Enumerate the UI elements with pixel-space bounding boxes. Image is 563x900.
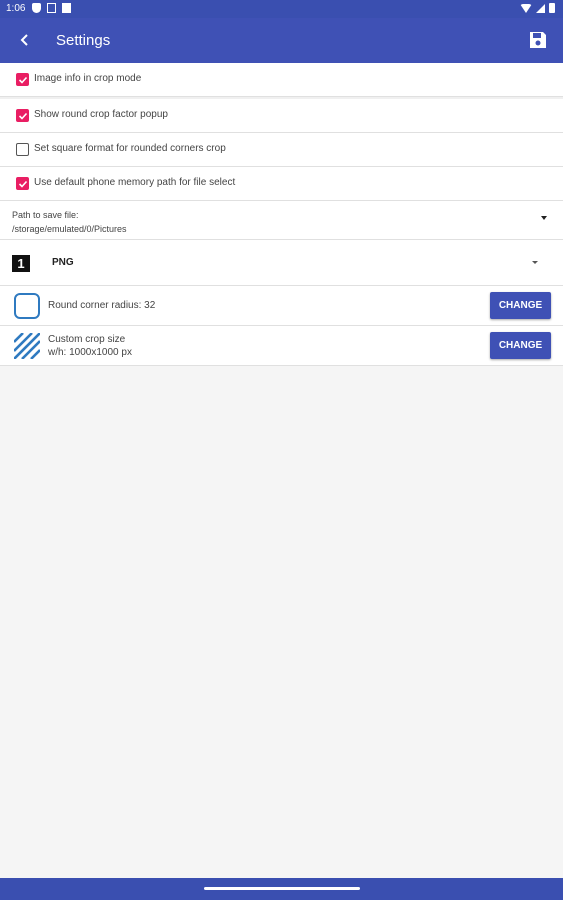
round-corner-label: Round corner radius: 32 (48, 300, 156, 311)
page-title: Settings (56, 32, 111, 49)
custom-crop-label: Custom crop size (48, 334, 126, 345)
arrow-back-icon (20, 34, 28, 46)
setting-label: Show round crop factor popup (34, 109, 168, 120)
change-radius-button[interactable]: CHANGE (490, 292, 551, 319)
setting-image-info[interactable]: Image info in crop mode (0, 63, 563, 97)
rounded-square-icon (14, 293, 40, 319)
setting-label: Use default phone memory path for file s… (34, 177, 236, 188)
setting-label: Image info in crop mode (34, 73, 142, 84)
dropdown-arrow-icon[interactable] (541, 216, 547, 220)
setting-default-path[interactable]: Use default phone memory path for file s… (0, 167, 563, 201)
custom-crop-size: w/h: 1000x1000 px (48, 347, 132, 358)
change-crop-size-button[interactable]: CHANGE (490, 332, 551, 359)
checkbox-image-info[interactable] (16, 73, 29, 86)
format-selector[interactable]: 1 PNG (0, 240, 563, 286)
round-corner-setting: Round corner radius: 32 CHANGE (0, 286, 563, 326)
status-bar: 1:06 (0, 0, 563, 18)
format-value: PNG (52, 257, 74, 268)
back-button[interactable] (12, 27, 38, 53)
status-time: 1:06 (6, 3, 26, 14)
sd-card-icon (62, 3, 71, 13)
floppy-save-icon (530, 32, 546, 48)
setting-square-format[interactable]: Set square format for rounded corners cr… (0, 133, 563, 167)
shield-icon (32, 3, 41, 13)
custom-crop-setting: Custom crop size w/h: 1000x1000 px CHANG… (0, 326, 563, 366)
checkbox-default-path[interactable] (16, 177, 29, 190)
hatched-crop-icon (14, 333, 40, 359)
app-bar: Settings (0, 18, 563, 63)
path-value: /storage/emulated/0/Pictures (12, 224, 127, 234)
format-number-icon: 1 (12, 255, 30, 272)
setting-label: Set square format for rounded corners cr… (34, 143, 226, 154)
navigation-bar (0, 878, 563, 900)
signal-icon (536, 3, 545, 13)
battery-icon (549, 3, 555, 13)
save-button[interactable] (525, 27, 551, 53)
path-label: Path to save file: (12, 210, 79, 220)
wifi-icon (520, 3, 532, 13)
settings-list: Image info in crop mode Show round crop … (0, 63, 563, 366)
notification-box-icon (47, 3, 56, 13)
setting-round-crop-popup[interactable]: Show round crop factor popup (0, 99, 563, 133)
dropdown-arrow-icon[interactable] (532, 261, 538, 264)
home-handle[interactable] (204, 887, 360, 890)
checkbox-square-format[interactable] (16, 143, 29, 156)
checkbox-round-crop-popup[interactable] (16, 109, 29, 122)
path-selector[interactable]: Path to save file: /storage/emulated/0/P… (0, 201, 563, 240)
